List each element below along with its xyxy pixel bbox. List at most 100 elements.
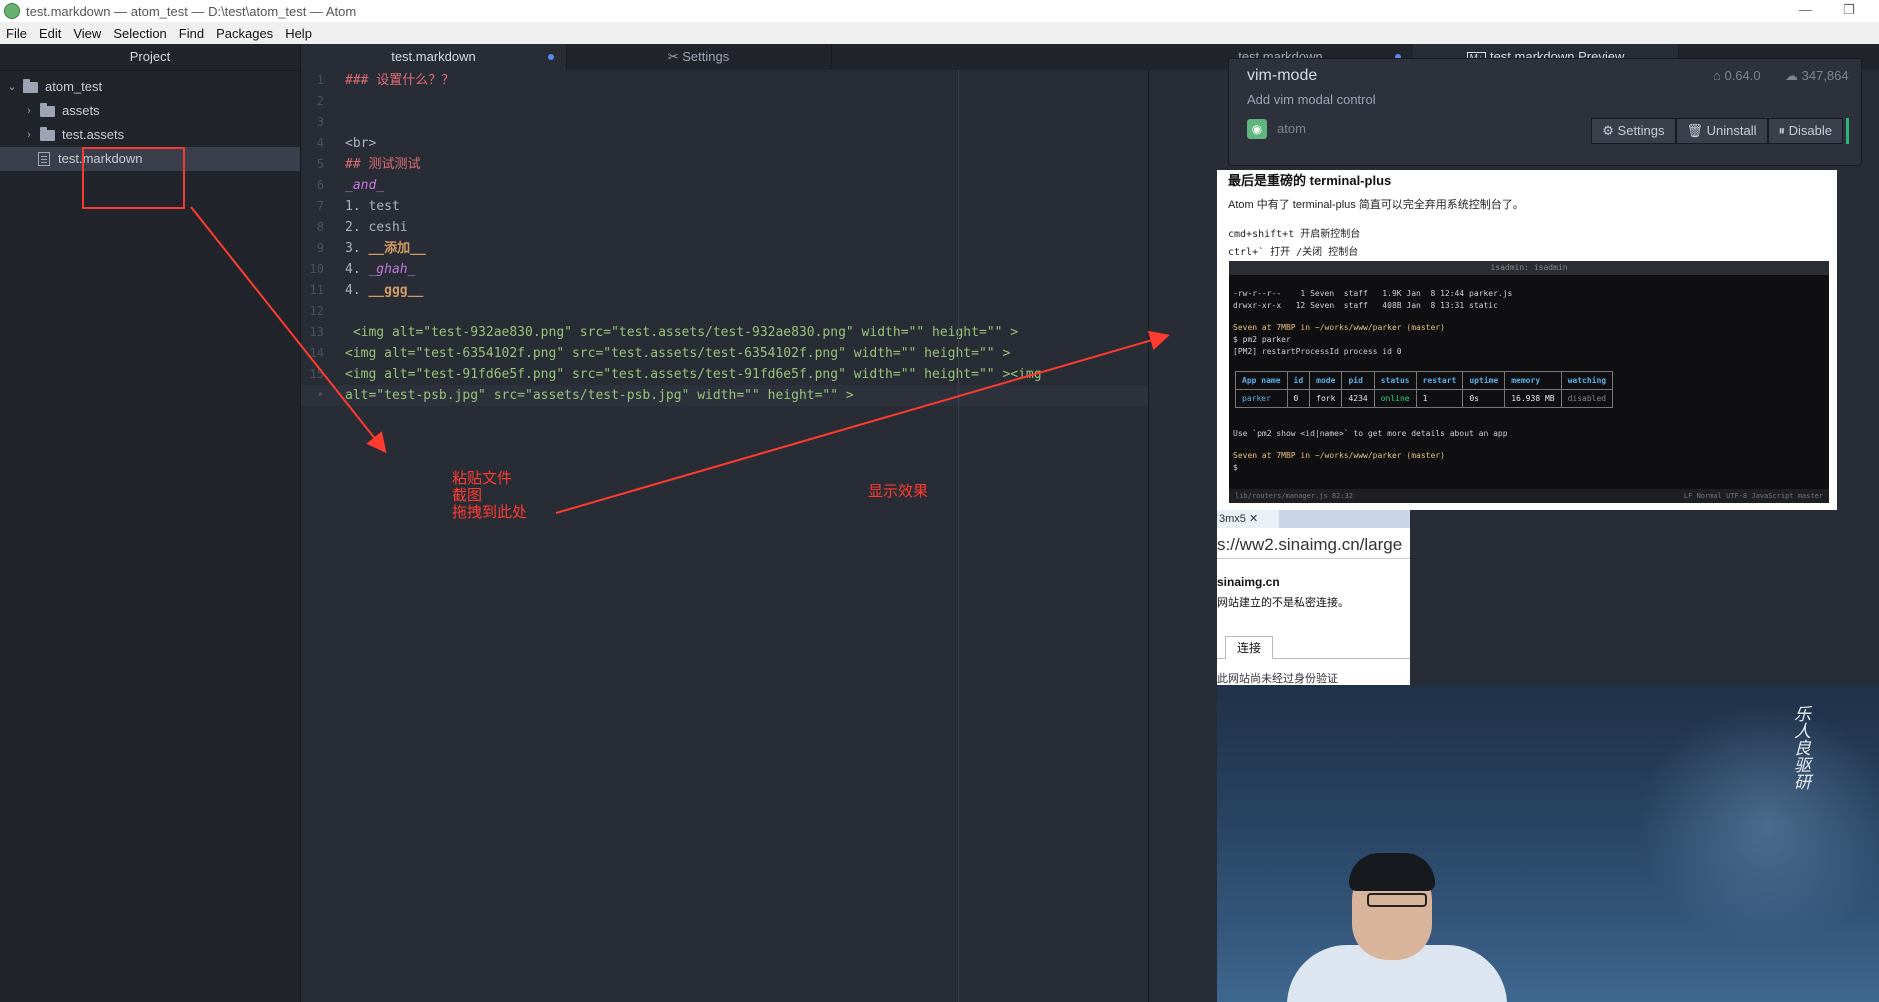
tag-icon: ⌂ [1713, 68, 1725, 83]
line-text: __ggg__ [368, 283, 424, 298]
tab-settings[interactable]: ✂ Settings [566, 44, 832, 70]
package-owner-avatar[interactable]: ◉ [1247, 119, 1267, 139]
line-number: 11 [309, 283, 324, 297]
window-title: test.markdown — atom_test — D:\test\atom… [26, 3, 357, 19]
editor-line: 11 4. __ggg__ [301, 280, 1148, 301]
terminal-hint: Use `pm2 show <id|name>` to get more det… [1233, 429, 1508, 438]
table-header: id [1286, 371, 1311, 390]
package-disable-button[interactable]: ⏸ Disable [1767, 118, 1843, 144]
line-text: _and_ [345, 178, 385, 193]
tree-item-test-assets[interactable]: › test.assets [0, 123, 300, 147]
menu-help[interactable]: Help [279, 26, 318, 41]
terminal-command: $ [1233, 463, 1238, 472]
table-row: parker 0 fork 4234 online 1 0s 16.938 MB… [1235, 389, 1614, 408]
package-downloads: ☁ 347,864 [1785, 68, 1849, 84]
editor-line: 1 ### 设置什么？？ [301, 70, 1148, 91]
editor-line: 10 4. _ghah_ [301, 259, 1148, 280]
table-cell: parker [1235, 389, 1288, 408]
wrap-guide [958, 70, 959, 1002]
editor-line: 2 [301, 91, 1148, 112]
line-text: <img alt="test-91fd6e5f.png" src="test.a… [345, 367, 1042, 382]
tree-item-label: test.assets [62, 127, 125, 142]
menu-edit[interactable]: Edit [33, 26, 67, 41]
table-cell: disabled [1560, 389, 1614, 408]
package-uninstall-button[interactable]: 🗑 Uninstall [1675, 118, 1768, 144]
minimize-button[interactable]: — [1799, 2, 1812, 17]
annotation-paste-text: 粘贴文件 截图 拖拽到此处 [452, 470, 527, 521]
browser-message-2: 此网站尚未经过身份验证 [1217, 673, 1338, 685]
package-buttons: ⚙ Settings 🗑 Uninstall ⏸ Disable [1591, 118, 1843, 144]
table-cell: 0 [1286, 389, 1311, 408]
editor-line-current: • alt="test-psb.jpg" src="assets/test-psb… [301, 385, 1148, 406]
version-text: 0.64.0 [1724, 68, 1761, 83]
line-number: 7 [316, 199, 324, 213]
package-owner[interactable]: atom [1277, 121, 1306, 136]
button-label: Uninstall [1706, 123, 1757, 138]
editor-line: 15 <img alt="test-91fd6e5f.png" src="test… [301, 364, 1148, 385]
tree-view-header[interactable]: Project [0, 44, 300, 71]
line-number: 6 [316, 178, 324, 192]
chevron-right-icon: › [27, 129, 31, 141]
list-marker: 3. [345, 241, 369, 256]
package-name[interactable]: vim-mode [1247, 67, 1317, 85]
modified-dot-icon [548, 54, 554, 60]
menu-packages[interactable]: Packages [210, 26, 279, 41]
line-number: 13 [309, 325, 324, 339]
preview-image-browser: 3mx5 ✕ s://ww2.sinaimg.cn/large sinaimg.… [1217, 510, 1410, 685]
table-cell: 4234 [1341, 389, 1375, 408]
browser-tabstrip: 3mx5 ✕ [1217, 510, 1410, 528]
menu-selection[interactable]: Selection [107, 26, 172, 41]
tree-root-atom-test[interactable]: ⌄ atom_test [0, 75, 300, 99]
line-text: __添加__ [368, 241, 426, 256]
preview-image-photo: 乐人良驱研 [1217, 685, 1879, 1002]
preview-kbd-new: cmd+shift+t 开启新控制台 [1228, 229, 1361, 240]
table-header: watching [1560, 371, 1614, 390]
line-text: ## 测试测试 [345, 157, 421, 172]
table-cell: 1 [1415, 389, 1464, 408]
terminal-line: drwxr-xr-x 12 Seven staff 408B Jan 8 13:… [1233, 301, 1498, 310]
folder-icon [40, 126, 55, 141]
table-header-row: App name id mode pid status restart upti… [1235, 371, 1614, 390]
menu-view[interactable]: View [67, 26, 107, 41]
preview-kbd-toggle: ctrl+` 打开 /关闭 控制台 [1228, 247, 1359, 258]
list-marker: 4. [345, 283, 369, 298]
restore-button[interactable]: ❐ [1843, 2, 1855, 18]
tree-root-label: atom_test [45, 79, 103, 94]
tree-item-assets[interactable]: › assets [0, 99, 300, 123]
line-text: <br> [345, 136, 377, 151]
photo-light [1637, 705, 1879, 945]
line-number: 4 [316, 136, 324, 150]
folder-icon [40, 102, 55, 117]
line-number: 14 [309, 346, 324, 360]
package-card-vim-mode[interactable]: vim-mode Add vim modal control ◉ atom ⌂ … [1228, 58, 1862, 166]
terminal-line: [PM2] restartProcessId process id 0 [1233, 347, 1402, 356]
text-editor[interactable]: 1 ### 设置什么？？ 2 3 4 <br> 5 ## 测试测试 6 _and_ 7 1… [301, 70, 1148, 1002]
package-settings-button[interactable]: ⚙ Settings [1591, 118, 1676, 144]
browser-domain: sinaimg.cn [1217, 575, 1280, 589]
url-text: s://ww2.sinaimg.cn/large [1217, 535, 1403, 554]
line-number: 2 [316, 94, 324, 108]
tab-test-markdown[interactable]: test.markdown [301, 44, 567, 70]
line-number: 8 [316, 220, 324, 234]
line-number: 9 [316, 241, 324, 255]
downloads-text: 347,864 [1801, 68, 1849, 83]
browser-url: s://ww2.sinaimg.cn/large [1217, 532, 1410, 559]
table-header: memory [1504, 371, 1562, 390]
line-number: 5 [316, 157, 324, 171]
cloud-download-icon: ☁ [1785, 68, 1802, 83]
folder-icon [23, 78, 38, 93]
photo-person-hair [1349, 853, 1435, 891]
package-description: Add vim modal control [1247, 92, 1376, 107]
menu-find[interactable]: Find [173, 26, 210, 41]
table-header: mode [1309, 371, 1343, 390]
editor-line: 4 <br> [301, 133, 1148, 154]
annotation-line: 粘贴文件 [452, 470, 513, 487]
editor-line: 3 [301, 112, 1148, 133]
photo-person-glasses [1367, 893, 1427, 907]
line-text: alt="test-psb.jpg" src="assets/test-psb.… [345, 388, 854, 403]
close-icon: ✕ [1248, 513, 1259, 525]
line-number: 3 [316, 115, 324, 129]
pause-icon: ⏸ [1778, 123, 1789, 138]
editor-line: 9 3. __添加__ [301, 238, 1148, 259]
menu-file[interactable]: File [0, 26, 33, 41]
